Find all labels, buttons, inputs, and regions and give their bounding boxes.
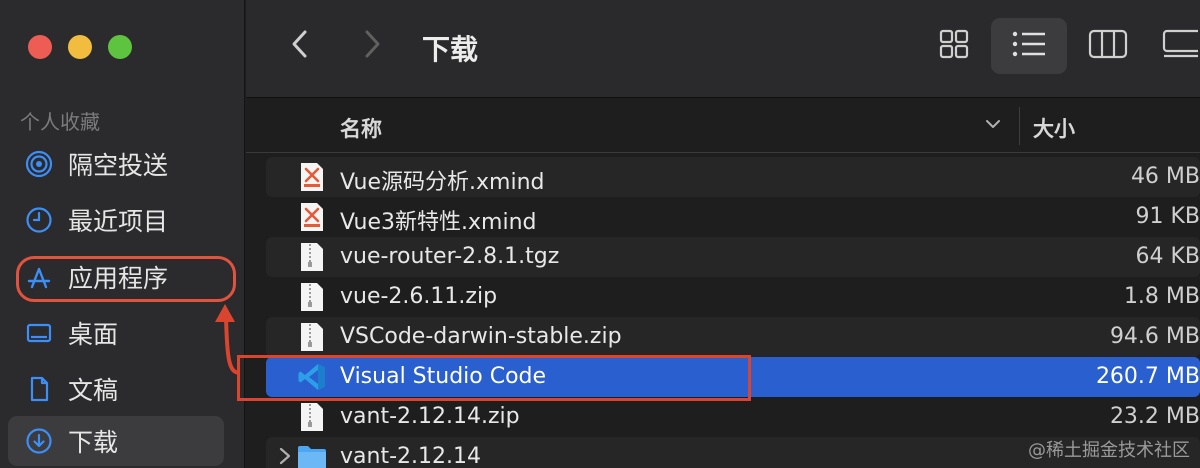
sidebar-item-recents[interactable]: 最近项目 <box>8 195 224 245</box>
annotation-highlight-applications <box>16 256 236 302</box>
xmind-file-icon <box>296 161 328 193</box>
sidebar: 个人收藏 隔空投送 最近项目 应用程序 桌面 文稿 下载 <box>0 0 245 468</box>
file-size: 260.7 MB <box>1095 364 1200 389</box>
column-divider[interactable] <box>1019 107 1020 145</box>
list-view-button[interactable] <box>991 18 1067 74</box>
window-controls <box>28 35 132 59</box>
airdrop-icon <box>24 149 54 179</box>
annotation-arrow <box>215 304 241 375</box>
chevron-right-icon <box>362 29 382 64</box>
zip-file-icon <box>296 321 328 353</box>
minimize-window-button[interactable] <box>68 35 92 59</box>
column-view-button[interactable] <box>1070 18 1146 74</box>
file-name: vue-2.6.11.zip <box>340 284 498 309</box>
columns-icon <box>1088 28 1128 65</box>
file-name: vant-2.12.14.zip <box>340 404 520 429</box>
file-row[interactable]: Vue源码分析.xmind 46 MB <box>266 157 1200 197</box>
sidebar-item-label: 桌面 <box>68 320 119 349</box>
file-name: VSCode-darwin-stable.zip <box>340 324 622 349</box>
gallery-view-button[interactable] <box>1150 18 1200 74</box>
file-size: 46 MB <box>1130 164 1200 189</box>
annotation-highlight-vscode <box>237 355 751 401</box>
file-row[interactable]: vue-router-2.8.1.tgz 64 KB <box>266 237 1200 277</box>
zip-file-icon <box>296 281 328 313</box>
file-size: 91 KB <box>1135 204 1200 229</box>
chevron-left-icon <box>290 29 310 64</box>
sidebar-item-documents[interactable]: 文稿 <box>8 364 224 414</box>
sidebar-item-desktop[interactable]: 桌面 <box>8 308 224 358</box>
name-column-header[interactable]: 名称 <box>340 113 382 143</box>
sidebar-item-label: 最近项目 <box>68 207 169 236</box>
watermark: @稀土掘金技术社区 <box>1028 440 1190 461</box>
file-row[interactable]: vant-2.12.14.zip 23.2 MB <box>266 397 1200 437</box>
toolbar: 下载 <box>246 0 1200 98</box>
file-size: 1.8 MB <box>1123 284 1200 309</box>
sidebar-item-label: 下载 <box>68 428 119 457</box>
icon-view-button[interactable] <box>916 18 992 74</box>
archive-file-icon <box>296 241 328 273</box>
file-name: vue-router-2.8.1.tgz <box>340 244 560 269</box>
list-icon <box>1011 29 1047 64</box>
window-title: 下载 <box>422 33 479 66</box>
close-window-button[interactable] <box>28 35 52 59</box>
size-column-header[interactable]: 大小 <box>1033 113 1075 143</box>
sidebar-item-airdrop[interactable]: 隔空投送 <box>8 139 224 189</box>
download-icon <box>24 426 54 456</box>
sidebar-item-label: 文稿 <box>68 376 119 405</box>
zoom-window-button[interactable] <box>108 35 132 59</box>
favorites-section-title: 个人收藏 <box>20 110 100 134</box>
forward-button[interactable] <box>352 24 392 68</box>
clock-icon <box>24 205 54 235</box>
file-row[interactable]: Vue3新特性.xmind 91 KB <box>266 197 1200 237</box>
file-size: 94.6 MB <box>1109 324 1200 349</box>
chevron-down-icon[interactable] <box>984 115 1002 138</box>
sidebar-item-label: 隔空投送 <box>68 151 169 180</box>
xmind-file-icon <box>296 201 328 233</box>
column-header: 名称 大小 <box>246 99 1200 153</box>
zip-file-icon <box>296 401 328 433</box>
desktop-icon <box>24 318 54 348</box>
document-icon <box>24 374 54 404</box>
grid-icon <box>938 28 970 65</box>
file-row[interactable]: VSCode-darwin-stable.zip 94.6 MB <box>266 317 1200 357</box>
file-size: 64 KB <box>1135 244 1200 269</box>
sidebar-item-downloads[interactable]: 下载 <box>8 416 224 466</box>
file-name: Vue3新特性.xmind <box>340 210 537 235</box>
folder-icon <box>296 441 328 468</box>
disclosure-triangle-icon[interactable] <box>278 446 292 468</box>
file-name: Vue源码分析.xmind <box>340 170 545 195</box>
gallery-icon <box>1150 28 1200 65</box>
file-row[interactable]: vue-2.6.11.zip 1.8 MB <box>266 277 1200 317</box>
file-size: 23.2 MB <box>1109 404 1200 429</box>
back-button[interactable] <box>280 24 320 68</box>
file-name: vant-2.12.14 <box>340 444 481 468</box>
